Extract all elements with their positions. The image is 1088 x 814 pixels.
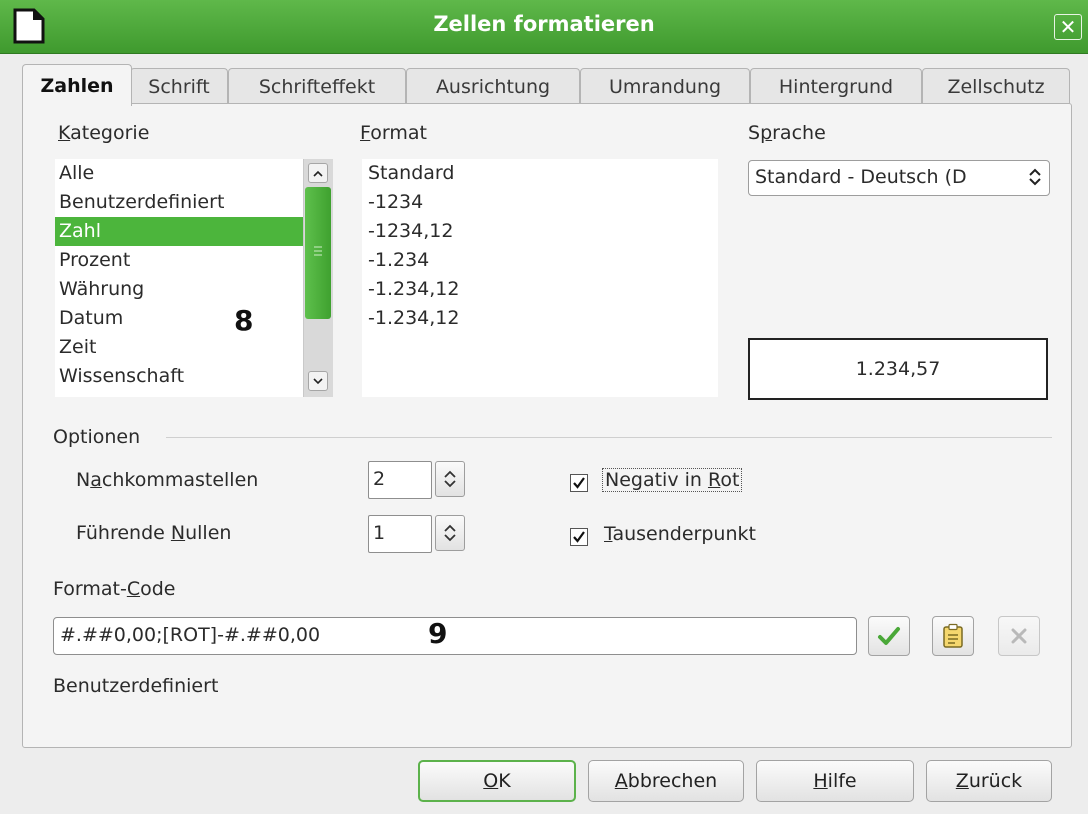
format-code-input[interactable]: #.##0,00;[ROT]-#.##0,00 bbox=[53, 617, 857, 655]
edit-comment-button[interactable] bbox=[932, 616, 974, 656]
checkmark-icon bbox=[878, 627, 900, 645]
fuehrende-nullen-label: Führende Nullen bbox=[76, 522, 232, 544]
cancel-button[interactable]: Abbrechen bbox=[588, 760, 744, 802]
tausenderpunkt-checkbox[interactable] bbox=[570, 528, 588, 546]
format-label: Format bbox=[360, 122, 427, 144]
clipboard-note-icon bbox=[943, 623, 963, 648]
tab-schrifteffekt[interactable]: Schrifteffekt bbox=[228, 68, 406, 105]
list-item[interactable]: Währung bbox=[55, 275, 303, 304]
list-item[interactable]: -1.234,12 bbox=[362, 304, 718, 333]
format-preview: 1.234,57 bbox=[748, 338, 1048, 400]
ok-button[interactable]: OK bbox=[418, 760, 576, 802]
spin-arrows-icon bbox=[444, 470, 456, 488]
nachkommastellen-label: Nachkommastellen bbox=[76, 469, 259, 491]
close-button[interactable]: ✕ bbox=[1054, 14, 1082, 40]
negativ-in-rot-checkbox[interactable] bbox=[570, 474, 588, 492]
optionen-separator bbox=[166, 437, 1052, 438]
chevron-down-icon bbox=[313, 377, 323, 384]
list-item[interactable]: Prozent bbox=[55, 246, 303, 275]
delete-x-icon bbox=[1011, 628, 1027, 644]
annotation-marker-9: 9 bbox=[428, 617, 448, 650]
title-bar: Zellen formatieren ✕ bbox=[0, 0, 1088, 54]
list-item-selected[interactable]: Zahl bbox=[55, 217, 303, 246]
list-item[interactable]: -1234,12 bbox=[362, 217, 718, 246]
scroll-up-button[interactable] bbox=[308, 163, 328, 183]
list-item[interactable]: Wissenschaft bbox=[55, 362, 303, 391]
list-item[interactable]: Zeit bbox=[55, 333, 303, 362]
list-item[interactable]: Alle bbox=[55, 159, 303, 188]
sprache-select-value: Standard - Deutsch (D bbox=[755, 166, 967, 188]
updown-arrows-icon bbox=[1023, 163, 1047, 191]
scroll-thumb[interactable] bbox=[305, 187, 331, 319]
chevron-up-icon bbox=[313, 170, 323, 177]
tab-zahlen[interactable]: Zahlen bbox=[22, 64, 132, 106]
nachkommastellen-input[interactable]: 2 bbox=[368, 461, 432, 499]
apply-format-button[interactable] bbox=[868, 616, 910, 656]
kategorie-label: Kategorie bbox=[58, 122, 150, 144]
grip-icon bbox=[314, 246, 322, 256]
format-code-label: Format-Code bbox=[53, 578, 176, 600]
annotation-marker-8: 8 bbox=[234, 304, 254, 337]
list-item[interactable]: -1234 bbox=[362, 188, 718, 217]
sprache-label: Sprache bbox=[748, 122, 826, 144]
delete-format-button[interactable] bbox=[998, 616, 1040, 656]
optionen-heading: Optionen bbox=[53, 426, 141, 448]
negativ-in-rot-label[interactable]: Negativ in Rot bbox=[602, 468, 743, 492]
list-item[interactable]: Benutzerdefiniert bbox=[55, 188, 303, 217]
tab-schrift[interactable]: Schrift bbox=[130, 68, 228, 105]
tab-hintergrund[interactable]: Hintergrund bbox=[750, 68, 922, 105]
kategorie-list[interactable]: Alle Benutzerdefiniert Zahl Prozent Währ… bbox=[55, 159, 333, 397]
window-title: Zellen formatieren bbox=[433, 12, 655, 36]
help-button[interactable]: Hilfe bbox=[756, 760, 914, 802]
list-item[interactable]: Standard bbox=[362, 159, 718, 188]
list-item[interactable]: -1.234 bbox=[362, 246, 718, 275]
fuehrende-nullen-spin-button[interactable] bbox=[435, 515, 465, 551]
format-description: Benutzerdefiniert bbox=[53, 675, 219, 697]
fuehrende-nullen-input[interactable]: 1 bbox=[368, 515, 432, 553]
format-list[interactable]: Standard -1234 -1234,12 -1.234 -1.234,12… bbox=[362, 159, 718, 397]
tab-ausrichtung[interactable]: Ausrichtung bbox=[406, 68, 580, 105]
sprache-select[interactable]: Standard - Deutsch (D bbox=[748, 160, 1050, 196]
close-icon: ✕ bbox=[1059, 15, 1077, 39]
list-item[interactable]: Datum bbox=[55, 304, 303, 333]
tausenderpunkt-label[interactable]: Tausenderpunkt bbox=[604, 523, 756, 545]
list-item[interactable]: -1.234,12 bbox=[362, 275, 718, 304]
tab-umrandung[interactable]: Umrandung bbox=[580, 68, 750, 105]
nachkommastellen-spin-button[interactable] bbox=[435, 461, 465, 497]
spin-arrows-icon bbox=[444, 524, 456, 542]
tab-zellschutz[interactable]: Zellschutz bbox=[922, 68, 1070, 105]
scroll-down-button[interactable] bbox=[308, 371, 328, 391]
tab-bar: Zahlen Schrift Schrifteffekt Ausrichtung… bbox=[22, 64, 1072, 106]
checkmark-icon bbox=[573, 477, 585, 489]
back-button[interactable]: Zurück bbox=[926, 760, 1052, 802]
kategorie-scrollbar[interactable] bbox=[303, 159, 333, 397]
checkmark-icon bbox=[573, 531, 585, 543]
